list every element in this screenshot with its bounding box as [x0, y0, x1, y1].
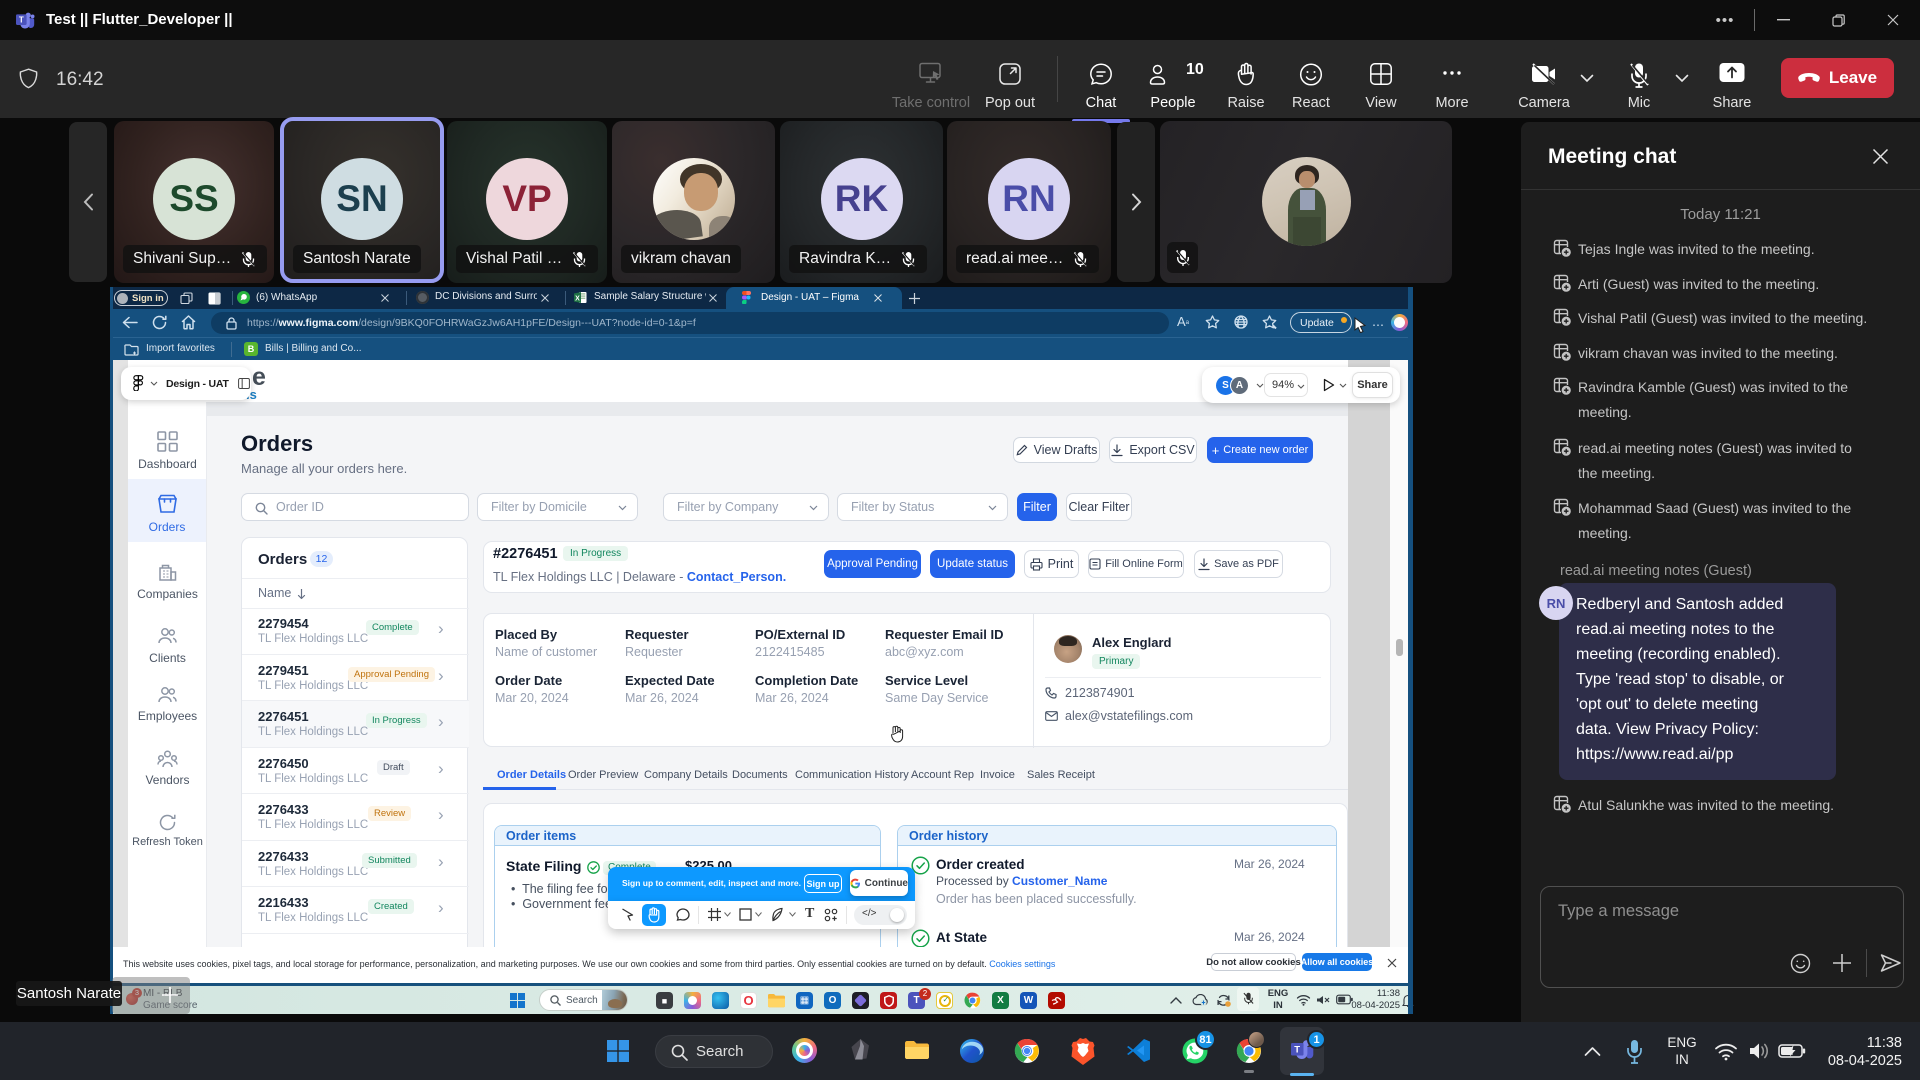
svg-text:X: X [575, 295, 580, 302]
svg-text:T: T [19, 16, 24, 25]
svg-text:T: T [1294, 1045, 1300, 1056]
